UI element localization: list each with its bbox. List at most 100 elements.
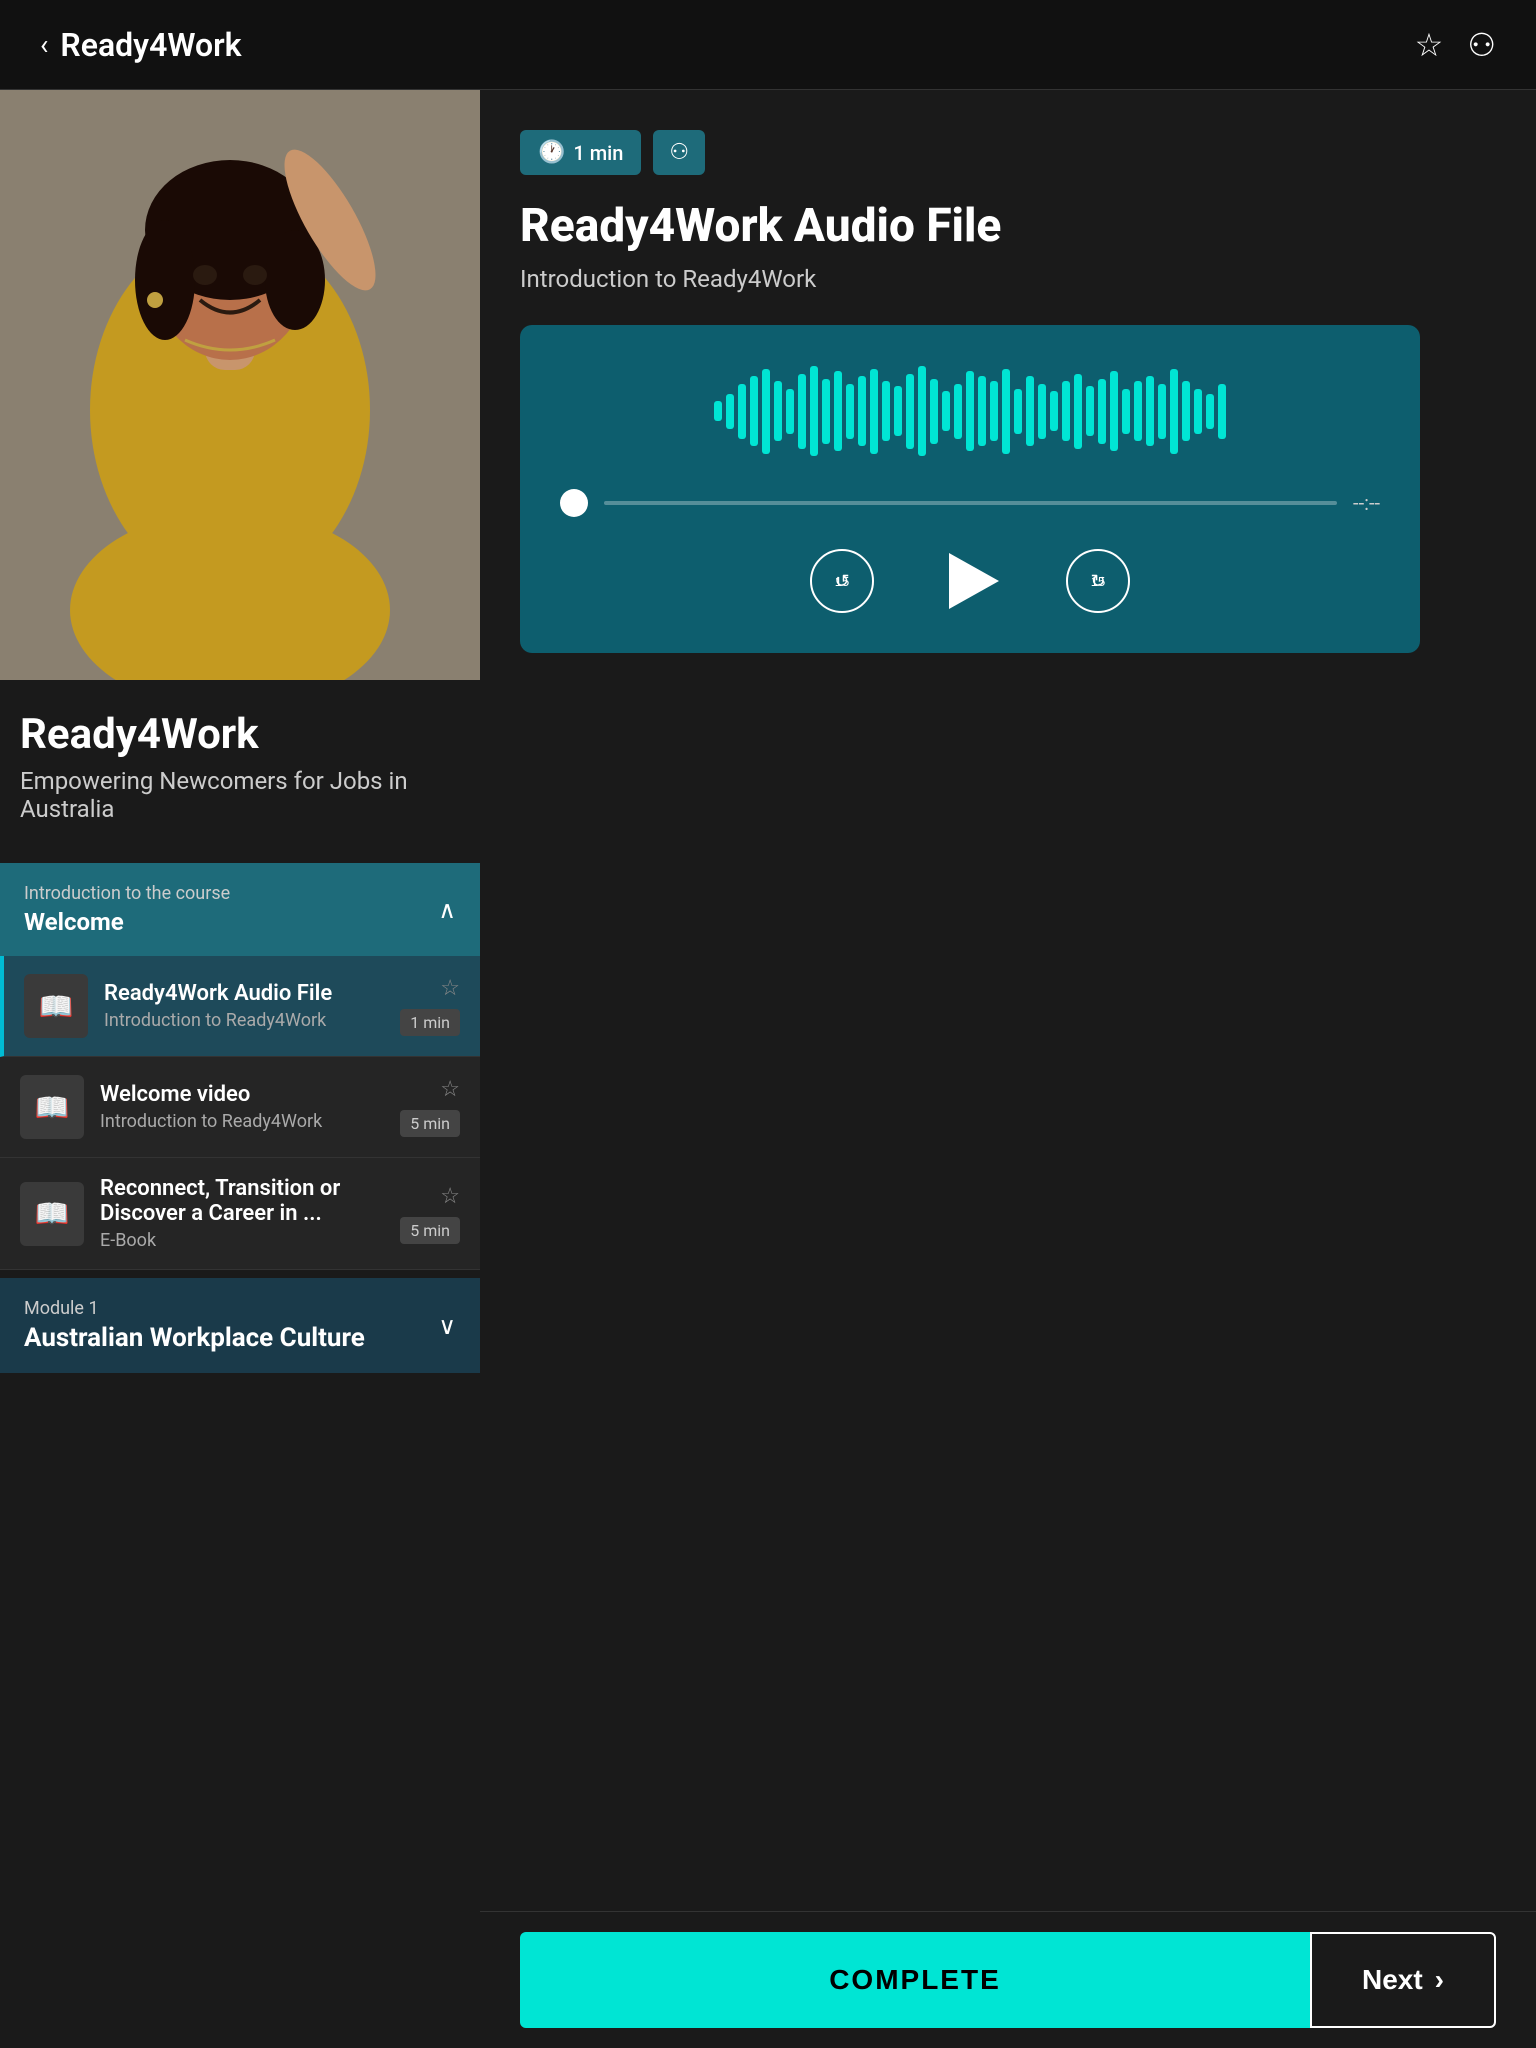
wave-bar [1038, 384, 1046, 439]
star-icon-1[interactable]: ☆ [440, 976, 460, 1001]
wave-bar [798, 374, 806, 449]
wave-bar [1122, 389, 1130, 434]
left-panel: Ready4Work Empowering Newcomers for Jobs… [0, 90, 480, 1493]
lesson-sub-2: Introduction to Ready4Work [100, 1111, 384, 1132]
sidebar-section: Introduction to the course Welcome ∧ 📖 R… [0, 863, 480, 1373]
main-content: Ready4Work Empowering Newcomers for Jobs… [0, 90, 1536, 1493]
wave-bar [834, 371, 842, 451]
wave-bar [990, 381, 998, 441]
wave-bar [726, 394, 734, 429]
wave-bar [750, 376, 758, 446]
next-button[interactable]: Next › [1310, 1932, 1496, 2028]
lesson-info-2: Welcome video Introduction to Ready4Work [100, 1082, 384, 1132]
wave-bar [918, 366, 926, 456]
section-label: Introduction to the course [24, 883, 230, 904]
wave-bar [1050, 391, 1058, 431]
wave-bar [1098, 379, 1106, 444]
bottom-bar: COMPLETE Next › [480, 1911, 1536, 2048]
wave-bar [1158, 384, 1166, 439]
audio-progress-row[interactable]: --:-- [560, 489, 1380, 517]
next-label: Next [1362, 1964, 1423, 1996]
star-icon-3[interactable]: ☆ [440, 1184, 460, 1209]
wave-bar [1146, 376, 1154, 446]
lesson-item-video[interactable]: 📖 Welcome video Introduction to Ready4Wo… [0, 1057, 480, 1158]
module-header-1[interactable]: Module 1 Australian Workplace Culture ∨ [0, 1278, 480, 1373]
module-label: Module 1 [24, 1298, 365, 1319]
app-header: ‹ Ready4Work ☆ ⚇ [0, 0, 1536, 90]
wave-bar [870, 369, 878, 454]
module-title: Australian Workplace Culture [24, 1323, 365, 1353]
forward-button[interactable]: ↻ 15 [1066, 549, 1130, 613]
header-title: Ready4Work [60, 26, 241, 64]
lesson-icon-box-3: 📖 [20, 1182, 84, 1246]
wave-bar [774, 381, 782, 441]
play-button[interactable] [934, 545, 1006, 617]
wave-bar [738, 384, 746, 439]
time-badge: 🕐 1 min [520, 130, 641, 175]
wave-bar [822, 379, 830, 444]
course-subtitle: Empowering Newcomers for Jobs in Austral… [20, 767, 460, 823]
wave-bar [942, 391, 950, 431]
link-badge[interactable]: ⚇ [653, 130, 705, 175]
wave-bar [1002, 369, 1010, 454]
progress-dot [560, 489, 588, 517]
lesson-info-3: Reconnect, Transition or Discover a Care… [100, 1176, 384, 1251]
audio-progress-bar[interactable] [604, 501, 1337, 505]
wave-bar [1182, 381, 1190, 441]
content-badges: 🕐 1 min ⚇ [520, 130, 1496, 175]
right-panel: 🕐 1 min ⚇ Ready4Work Audio File Introduc… [480, 90, 1536, 1493]
section-header-text: Introduction to the course Welcome [24, 883, 230, 936]
back-button[interactable]: ‹ [40, 28, 48, 61]
wave-bar [1086, 386, 1094, 436]
rewind-button[interactable]: ↺ 15 [810, 549, 874, 613]
lesson-duration-1: 1 min [400, 1009, 460, 1036]
content-subtitle: Introduction to Ready4Work [520, 265, 1496, 293]
share-link-icon[interactable]: ⚇ [1467, 26, 1496, 64]
section-title: Welcome [24, 908, 230, 936]
wave-bar [966, 371, 974, 451]
content-title: Ready4Work Audio File [520, 199, 1496, 253]
audio-waveform [560, 361, 1380, 461]
lesson-item-ebook[interactable]: 📖 Reconnect, Transition or Discover a Ca… [0, 1158, 480, 1270]
wave-bar [930, 379, 938, 444]
wave-bar [1206, 394, 1214, 429]
wave-bar [1134, 381, 1142, 441]
lesson-icon-box-2: 📖 [20, 1075, 84, 1139]
lesson-duration-2: 5 min [400, 1110, 460, 1137]
book-icon-1: 📖 [39, 990, 74, 1023]
lesson-meta-3: ☆ 5 min [400, 1184, 460, 1244]
play-triangle [949, 553, 999, 609]
wave-bar [906, 374, 914, 449]
header-left: ‹ Ready4Work [40, 26, 241, 64]
lesson-info-1: Ready4Work Audio File Introduction to Re… [104, 981, 384, 1031]
wave-bar [1074, 374, 1082, 449]
lesson-name-2: Welcome video [100, 1082, 384, 1107]
bookmark-icon[interactable]: ☆ [1415, 26, 1444, 64]
lesson-name-1: Ready4Work Audio File [104, 981, 384, 1006]
star-icon-2[interactable]: ☆ [440, 1077, 460, 1102]
wave-bar [954, 384, 962, 439]
lesson-sub-1: Introduction to Ready4Work [104, 1010, 384, 1031]
chevron-down-icon: ∨ [438, 1312, 456, 1340]
book-icon-3: 📖 [35, 1197, 70, 1230]
forward-label: 15 [1091, 574, 1105, 589]
clock-icon: 🕐 [538, 140, 565, 165]
module-header-text: Module 1 Australian Workplace Culture [24, 1298, 365, 1353]
progress-time: --:-- [1353, 491, 1380, 515]
book-icon-2: 📖 [35, 1091, 70, 1124]
course-title: Ready4Work [20, 710, 460, 759]
section-header-welcome[interactable]: Introduction to the course Welcome ∧ [0, 863, 480, 956]
wave-bar [1014, 389, 1022, 434]
wave-bar [882, 381, 890, 441]
rewind-label: 15 [835, 574, 849, 589]
wave-bar [786, 389, 794, 434]
wave-bar [846, 384, 854, 439]
badge-time-text: 1 min [573, 141, 623, 165]
lesson-icon-box-1: 📖 [24, 974, 88, 1038]
wave-bar [1218, 384, 1226, 439]
lesson-duration-3: 5 min [400, 1217, 460, 1244]
link-icon-badge: ⚇ [669, 140, 689, 165]
lesson-item-audio[interactable]: 📖 Ready4Work Audio File Introduction to … [0, 956, 480, 1057]
complete-button[interactable]: COMPLETE [520, 1932, 1310, 2028]
wave-bar [978, 376, 986, 446]
